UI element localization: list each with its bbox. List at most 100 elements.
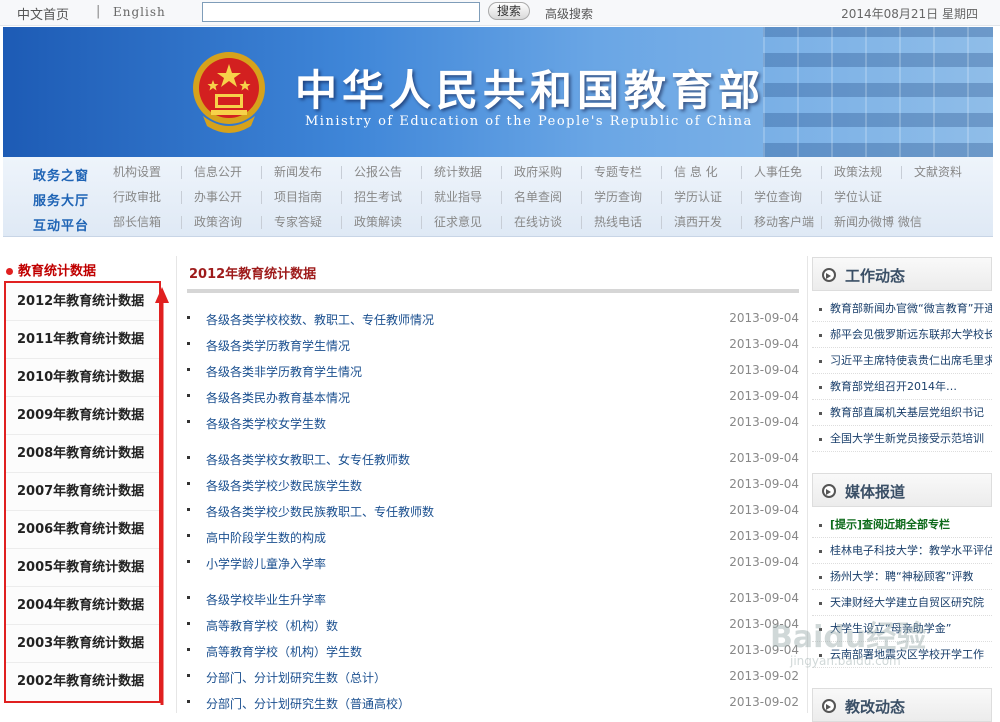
nav-item[interactable]: 办事公开 — [181, 191, 261, 204]
article-link[interactable]: 分部门、分计划研究生数（总计） — [206, 669, 386, 686]
article-date: 2013-09-04 — [729, 591, 799, 605]
nav-item[interactable]: 文献资料 — [901, 166, 981, 179]
news-item[interactable]: 教育部新闻办官微“微言教育”开通 — [812, 296, 992, 322]
nav-item[interactable]: 名单查阅 — [501, 191, 581, 204]
article-row: 各级学校毕业生升学率 2013-09-04 — [187, 591, 799, 611]
main-content: 2012年教育统计数据 各级各类学校校数、教职工、专任教师情况 2013-09-0… — [176, 256, 808, 713]
nav-item[interactable]: 滇西开发 — [661, 216, 741, 229]
article-link[interactable]: 高等教育学校（机构）数 — [206, 617, 338, 634]
news-item[interactable]: 全国大学生新党员接受示范培训 — [812, 426, 992, 452]
article-link[interactable]: 各级学校毕业生升学率 — [206, 591, 326, 608]
nav-item[interactable]: 人事任免 — [741, 166, 821, 179]
sidebar-item-2008[interactable]: 2008年教育统计数据 — [6, 435, 159, 473]
news-item[interactable]: 郝平会见俄罗斯远东联邦大学校长 — [812, 322, 992, 348]
article-row: 各级各类学校少数民族学生数 2013-09-04 — [187, 477, 799, 497]
article-date: 2013-09-04 — [729, 529, 799, 543]
nav-item[interactable]: 信息公开 — [181, 166, 261, 179]
article-link[interactable]: 各级各类学校女教职工、女专任教师数 — [206, 451, 410, 468]
nav-item[interactable]: 新闻办微博 微信 — [821, 216, 941, 229]
news-item[interactable]: 教育部党组召开2014年… — [812, 374, 992, 400]
sidebar-item-2010[interactable]: 2010年教育统计数据 — [6, 359, 159, 397]
nav-item[interactable]: 政策咨询 — [181, 216, 261, 229]
nav-item[interactable]: 招生考试 — [341, 191, 421, 204]
nav-item[interactable]: 学位查询 — [741, 191, 821, 204]
search-input[interactable] — [202, 2, 480, 22]
sidebar-item-2011[interactable]: 2011年教育统计数据 — [6, 321, 159, 359]
bullet-icon — [187, 394, 190, 397]
media-item[interactable]: 扬州大学：聘“神秘顾客”评教 — [812, 564, 992, 590]
nav-item[interactable]: 新闻发布 — [261, 166, 341, 179]
reform-title: 教改动态 — [845, 698, 906, 716]
nav-item[interactable]: 行政审批 — [101, 191, 181, 204]
sidebar-item-2006[interactable]: 2006年教育统计数据 — [6, 511, 159, 549]
nav-item[interactable]: 学历认证 — [661, 191, 741, 204]
article-link[interactable]: 各级各类学校校数、教职工、专任教师情况 — [206, 311, 434, 328]
nav-category: 互动平台 — [33, 219, 90, 234]
nav-item[interactable]: 移动客户端 — [741, 216, 821, 229]
article-link[interactable]: 高中阶段学生数的构成 — [206, 529, 326, 546]
building-background-image — [763, 27, 993, 157]
nav-item[interactable]: 部长信箱 — [101, 216, 181, 229]
advanced-search-link[interactable]: 高级搜索 — [545, 5, 593, 22]
article-link[interactable]: 高等教育学校（机构）学生数 — [206, 643, 362, 660]
media-title: 媒体报道 — [845, 483, 906, 501]
bullet-icon — [187, 622, 190, 625]
article-date: 2013-09-04 — [729, 555, 799, 569]
sidebar-item-2004[interactable]: 2004年教育统计数据 — [6, 587, 159, 625]
nav-item[interactable]: 统计数据 — [421, 166, 501, 179]
article-link[interactable]: 各级各类学校少数民族教职工、专任教师数 — [206, 503, 434, 520]
news-item[interactable]: 教育部直属机关基层党组织书记 — [812, 400, 992, 426]
article-row: 各级各类非学历教育学生情况 2013-09-04 — [187, 363, 799, 383]
nav-item[interactable]: 公报公告 — [341, 166, 421, 179]
bullet-icon — [187, 700, 190, 703]
media-header: 媒体报道 — [812, 473, 992, 507]
media-tip-link[interactable]: [提示]查阅近期全部专栏 — [812, 512, 992, 538]
sidebar-item-2007[interactable]: 2007年教育统计数据 — [6, 473, 159, 511]
sidebar-heading-text: 教育统计数据 — [18, 264, 97, 279]
nav-item[interactable]: 专家答疑 — [261, 216, 341, 229]
sidebar-item-2005[interactable]: 2005年教育统计数据 — [6, 549, 159, 587]
watermark-brand: Baidu经验 — [770, 620, 927, 655]
article-link[interactable]: 各级各类非学历教育学生情况 — [206, 363, 362, 380]
sidebar-item-2012[interactable]: 2012年教育统计数据 — [6, 283, 159, 321]
nav-item[interactable]: 就业指导 — [421, 191, 501, 204]
circle-play-icon — [822, 268, 836, 282]
nav-item[interactable]: 项目指南 — [261, 191, 341, 204]
separator: | — [96, 4, 101, 19]
article-row: 分部门、分计划研究生数（总计） 2013-09-02 — [187, 669, 799, 689]
search-button[interactable]: 搜索 — [488, 2, 530, 20]
nav-item[interactable]: 政策法规 — [821, 166, 901, 179]
nav-item[interactable]: 在线访谈 — [501, 216, 581, 229]
year-list: 2012年教育统计数据 2011年教育统计数据 2010年教育统计数据 2009… — [4, 281, 161, 703]
article-link[interactable]: 小学学龄儿童净入学率 — [206, 555, 326, 572]
reform-header: 教改动态 — [812, 688, 992, 722]
sidebar-item-2002[interactable]: 2002年教育统计数据 — [6, 663, 159, 701]
article-row: 各级各类学校女教职工、女专任教师数 2013-09-04 — [187, 451, 799, 471]
article-row: 各级各类学校女学生数 2013-09-04 — [187, 415, 799, 435]
article-link[interactable]: 各级各类学校少数民族学生数 — [206, 477, 362, 494]
article-link[interactable]: 各级各类学校女学生数 — [206, 415, 326, 432]
article-link[interactable]: 各级各类民办教育基本情况 — [206, 389, 350, 406]
article-link[interactable]: 各级各类学历教育学生情况 — [206, 337, 350, 354]
sidebar-item-2003[interactable]: 2003年教育统计数据 — [6, 625, 159, 663]
sidebar-item-2009[interactable]: 2009年教育统计数据 — [6, 397, 159, 435]
article-link[interactable]: 分部门、分计划研究生数（普通高校） — [206, 695, 410, 712]
nav-item[interactable]: 信 息 化 — [661, 166, 741, 179]
nav-item[interactable]: 机构设置 — [101, 166, 181, 179]
home-link-chinese[interactable]: 中文首页 — [17, 4, 69, 23]
work-news-header: 工作动态 — [812, 257, 992, 291]
ministry-title-english: Ministry of Education of the People's Re… — [305, 114, 753, 129]
nav-item[interactable]: 学位认证 — [821, 191, 901, 204]
red-dot-icon — [6, 268, 13, 275]
nav-item[interactable]: 政府采购 — [501, 166, 581, 179]
media-item[interactable]: 桂林电子科技大学：教学水平评估 — [812, 538, 992, 564]
nav-item[interactable]: 征求意见 — [421, 216, 501, 229]
nav-item[interactable]: 政策解读 — [341, 216, 421, 229]
bullet-icon — [187, 534, 190, 537]
bullet-icon — [187, 648, 190, 651]
news-item[interactable]: 习近平主席特使袁贵仁出席毛里求斯 — [812, 348, 992, 374]
nav-item[interactable]: 学历查询 — [581, 191, 661, 204]
nav-item[interactable]: 专题专栏 — [581, 166, 661, 179]
nav-item[interactable]: 热线电话 — [581, 216, 661, 229]
english-link[interactable]: English — [113, 5, 166, 19]
